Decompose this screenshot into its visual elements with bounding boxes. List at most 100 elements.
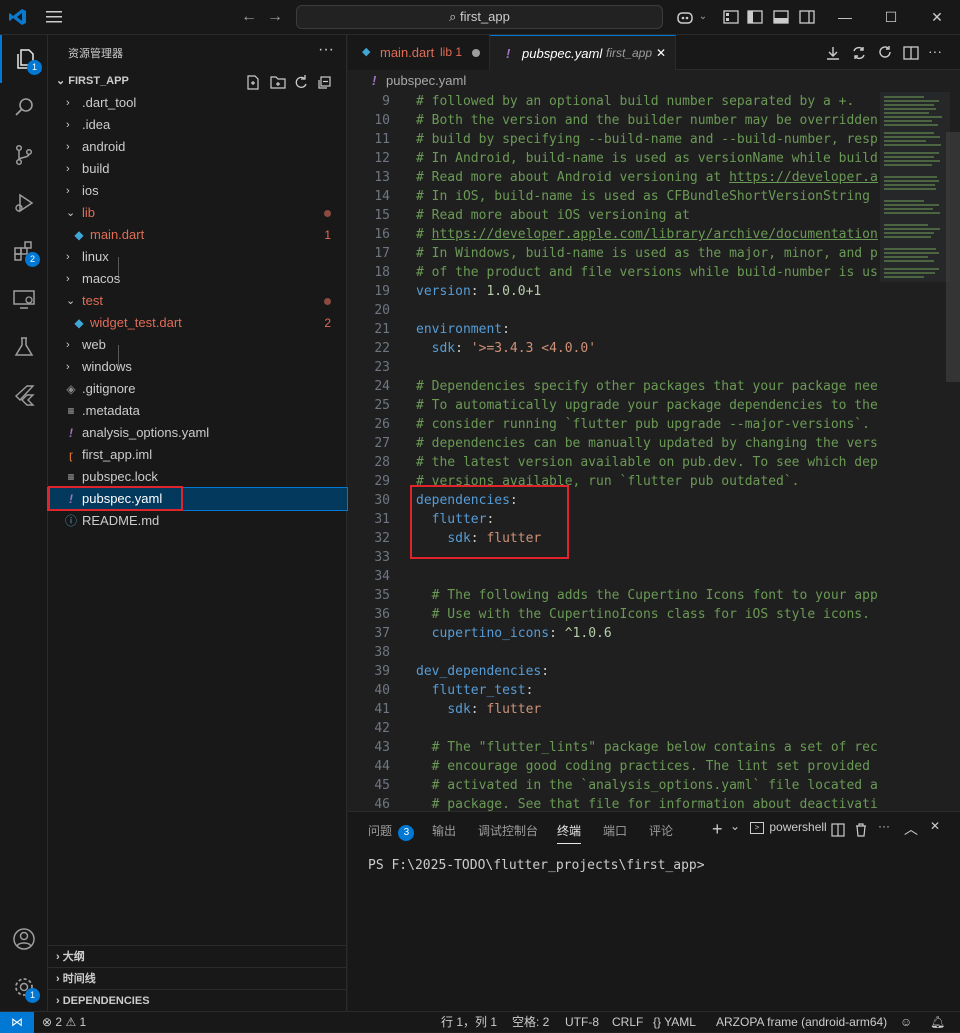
code-line[interactable]: sdk: '>=3.4.3 <4.0.0': [416, 339, 596, 358]
toggle-secondary-sidebar-icon[interactable]: [798, 8, 816, 26]
tree-item-idea[interactable]: › .idea: [48, 114, 347, 136]
code-line[interactable]: # encourage good coding practices. The l…: [416, 757, 878, 776]
code-line[interactable]: # In Windows, build-name is used as the …: [416, 244, 878, 263]
tree-item-metadata[interactable]: ≡ .metadata: [48, 400, 347, 422]
maximize-button[interactable]: ☐: [868, 0, 914, 35]
chevron-down-icon[interactable]: ⌄: [694, 8, 712, 26]
code-line[interactable]: sdk: flutter: [416, 700, 541, 719]
tree-item-linux[interactable]: › linux: [48, 246, 347, 268]
tree-item-lib[interactable]: ⌄ lib: [48, 202, 347, 224]
minimize-button[interactable]: —: [822, 0, 868, 35]
chevron-down-icon[interactable]: ⌄: [730, 819, 740, 833]
code-editor[interactable]: 9 # followed by an optional build number …: [348, 92, 878, 811]
explorer-activity[interactable]: 1: [0, 35, 48, 83]
encoding[interactable]: UTF-8: [565, 1012, 599, 1032]
tab-ports[interactable]: 端口: [603, 822, 627, 839]
customize-layout-icon[interactable]: [722, 8, 740, 26]
download-icon[interactable]: [824, 44, 842, 62]
tab-pubspec-yaml[interactable]: ! pubspec.yaml first_app ✕: [490, 35, 676, 70]
tree-item-gitignore[interactable]: ◈ .gitignore: [48, 378, 347, 400]
tree-item-android[interactable]: › android: [48, 136, 347, 158]
tree-item-widget-test-dart[interactable]: ◆ widget_test.dart 2: [48, 312, 347, 334]
flutter-activity[interactable]: [0, 371, 48, 419]
breadcrumb[interactable]: ! pubspec.yaml: [348, 70, 960, 92]
code-line[interactable]: # build by specifying --build-name and -…: [416, 130, 878, 149]
new-folder-icon[interactable]: [270, 73, 286, 91]
tree-item-ios[interactable]: › ios: [48, 180, 347, 202]
split-editor-icon[interactable]: [902, 44, 920, 62]
tree-item-main-dart[interactable]: ◆ main.dart 1: [48, 224, 347, 246]
code-line[interactable]: # package. See that file for information…: [416, 795, 878, 811]
cursor-position[interactable]: 行 1，列 1: [441, 1012, 497, 1032]
code-line[interactable]: # the latest version available on pub.de…: [416, 453, 878, 472]
more-actions-icon[interactable]: ···: [878, 819, 890, 833]
split-terminal-icon[interactable]: [830, 822, 846, 838]
code-line[interactable]: # dependencies can be manually updated b…: [416, 434, 878, 453]
code-line[interactable]: # In iOS, build-name is used as CFBundle…: [416, 187, 878, 206]
unsaved-dot-icon[interactable]: [472, 49, 480, 57]
shell-selector[interactable]: > powershell: [750, 820, 827, 834]
copilot-status-icon[interactable]: ☺: [900, 1012, 912, 1032]
search-activity[interactable]: [0, 83, 48, 131]
terminal-prompt[interactable]: PS F:\2025-TODO\flutter_projects\first_a…: [368, 858, 705, 873]
source-control-activity[interactable]: [0, 131, 48, 179]
code-line[interactable]: # Read more about iOS versioning at: [416, 206, 690, 225]
tree-item-windows[interactable]: › windows: [48, 356, 347, 378]
tree-item-test[interactable]: ⌄ test: [48, 290, 347, 312]
close-icon[interactable]: ✕: [656, 36, 666, 71]
new-file-icon[interactable]: [246, 73, 260, 91]
toggle-panel-icon[interactable]: [772, 8, 790, 26]
tree-item-macos[interactable]: › macos: [48, 268, 347, 290]
new-terminal-icon[interactable]: +: [712, 819, 723, 840]
tab-comments[interactable]: 评论: [649, 822, 673, 839]
outline-section[interactable]: › 大纲: [48, 945, 347, 967]
code-line[interactable]: # activated in the `analysis_options.yam…: [416, 776, 878, 795]
refresh-icon[interactable]: [876, 44, 894, 62]
code-line[interactable]: # of the product and file versions while…: [416, 263, 878, 282]
problems-status[interactable]: ⊗ 2 ⚠ 1: [42, 1012, 86, 1032]
tree-item-web[interactable]: › web: [48, 334, 347, 356]
trash-icon[interactable]: [853, 822, 869, 838]
tab-main-dart[interactable]: ◆ main.dart lib 1: [348, 35, 490, 70]
accounts-activity[interactable]: [0, 915, 48, 963]
code-line[interactable]: # followed by an optional build number s…: [416, 92, 854, 111]
copilot-icon[interactable]: [676, 8, 694, 26]
remote-indicator[interactable]: ⋈: [0, 1012, 34, 1033]
code-line[interactable]: # Use with the CupertinoIcons class for …: [416, 605, 870, 624]
tree-item-analysis-options[interactable]: ! analysis_options.yaml: [48, 422, 347, 444]
extensions-activity[interactable]: 2: [0, 227, 48, 275]
dependencies-section[interactable]: › DEPENDENCIES: [48, 989, 347, 1011]
collapse-all-icon[interactable]: [318, 73, 332, 91]
notifications-icon[interactable]: 🔔︎: [930, 1012, 945, 1032]
code-line[interactable]: # Dependencies specify other packages th…: [416, 377, 878, 396]
tab-debug-console[interactable]: 调试控制台: [478, 822, 538, 839]
code-line[interactable]: environment:: [416, 320, 510, 339]
testing-activity[interactable]: [0, 323, 48, 371]
end-of-line[interactable]: CRLF: [612, 1012, 643, 1032]
code-line[interactable]: # The "flutter_lints" package below cont…: [416, 738, 878, 757]
close-button[interactable]: ✕: [914, 0, 960, 35]
tree-item-first-app-iml[interactable]: ɽ first_app.iml: [48, 444, 347, 466]
minimap[interactable]: [880, 92, 950, 811]
code-line[interactable]: # consider running `flutter pub upgrade …: [416, 415, 878, 434]
code-line[interactable]: flutter_test:: [416, 681, 534, 700]
refresh-icon[interactable]: [294, 73, 308, 91]
tree-item-readme[interactable]: ⓘ README.md: [48, 510, 347, 532]
chevron-up-icon[interactable]: ︿: [904, 819, 918, 839]
tree-item-pubspec-lock[interactable]: ≡ pubspec.lock: [48, 466, 347, 488]
tree-item-build[interactable]: › build: [48, 158, 347, 180]
timeline-section[interactable]: › 时间线: [48, 967, 347, 989]
code-line[interactable]: # Read more about Android versioning at …: [416, 168, 878, 187]
tab-problems[interactable]: 问题 3: [368, 822, 415, 841]
indentation[interactable]: 空格: 2: [512, 1012, 549, 1032]
tab-output[interactable]: 输出: [432, 822, 456, 839]
code-line[interactable]: dev_dependencies:: [416, 662, 549, 681]
close-icon[interactable]: ✕: [930, 819, 940, 833]
language-mode[interactable]: {} YAML: [653, 1012, 696, 1032]
manage-activity[interactable]: 1: [0, 963, 48, 1011]
more-actions-icon[interactable]: ···: [928, 44, 946, 62]
tab-terminal[interactable]: 终端: [557, 822, 582, 844]
toggle-primary-sidebar-icon[interactable]: [746, 8, 764, 26]
arrow-right-icon[interactable]: →: [266, 8, 284, 26]
device-selector[interactable]: ARZOPA frame (android-arm64): [716, 1012, 887, 1032]
